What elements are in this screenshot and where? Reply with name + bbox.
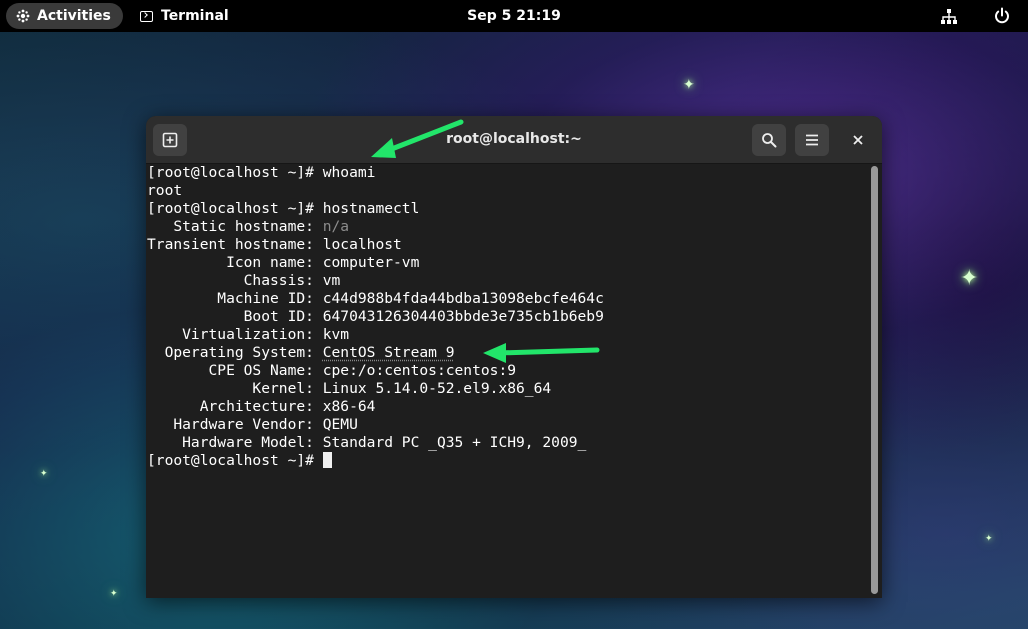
- new-tab-button[interactable]: [153, 124, 187, 156]
- power-icon[interactable]: [993, 7, 1011, 25]
- terminal-line: Architecture: x86-64: [147, 398, 376, 415]
- terminal-line: Virtualization: kvm: [147, 326, 350, 343]
- static-hostname-value: n/a: [322, 218, 350, 235]
- terminal-line: [root@localhost ~]# whoami: [147, 164, 376, 181]
- app-name-label: Terminal: [161, 8, 229, 24]
- hamburger-menu-icon: [806, 134, 818, 146]
- terminal-line: Boot ID: 647043126304403bbde3e735cb1b6eb…: [147, 308, 604, 325]
- close-icon: [853, 135, 863, 145]
- operating-system-key: Operating System:: [147, 344, 323, 361]
- terminal-output[interactable]: [root@localhost ~]# whoami root [root@lo…: [146, 164, 868, 598]
- static-hostname-key: Static hostname:: [147, 218, 323, 235]
- terminal-line: Static hostname: n/a: [147, 218, 349, 236]
- terminal-line: Operating System: CentOS Stream 9: [147, 344, 455, 362]
- terminal-window[interactable]: root@localhost:~ [root@localhost ~]# who…: [146, 116, 882, 598]
- terminal-line: Hardware Vendor: QEMU: [147, 416, 358, 433]
- terminal-line: Chassis: vm: [147, 272, 341, 289]
- network-icon[interactable]: [940, 8, 958, 26]
- star-decoration: ✦: [683, 77, 695, 93]
- activities-icon: [16, 9, 30, 23]
- clock[interactable]: Sep 5 21:19: [467, 8, 561, 24]
- app-menu-terminal[interactable]: Terminal: [140, 3, 229, 29]
- terminal-icon: [140, 10, 153, 22]
- star-decoration: ✦: [40, 469, 48, 479]
- scrollbar[interactable]: [871, 166, 878, 594]
- terminal-line: Kernel: Linux 5.14.0-52.el9.x86_64: [147, 380, 552, 397]
- star-decoration: ✦: [960, 266, 979, 291]
- terminal-prompt-line: [root@localhost ~]#: [147, 452, 332, 470]
- new-tab-icon: [162, 132, 178, 148]
- search-button[interactable]: [752, 124, 786, 156]
- terminal-line: CPE OS Name: cpe:/o:centos:centos:9: [147, 362, 517, 379]
- terminal-line: Machine ID: c44d988b4fda44bdba13098ebcfe…: [147, 290, 604, 307]
- terminal-line: [root@localhost ~]# hostnamectl: [147, 200, 420, 217]
- terminal-line: Icon name: computer-vm: [147, 254, 420, 271]
- star-decoration: ✦: [110, 589, 118, 599]
- window-titlebar[interactable]: root@localhost:~: [146, 116, 882, 164]
- prompt: [root@localhost ~]#: [147, 452, 323, 469]
- activities-label: Activities: [37, 8, 111, 24]
- terminal-line: Transient hostname: localhost: [147, 236, 402, 253]
- search-icon: [762, 133, 777, 148]
- terminal-line: Hardware Model: Standard PC _Q35 + ICH9,…: [147, 434, 587, 451]
- top-bar: Activities Terminal Sep 5 21:19: [0, 0, 1028, 32]
- close-button[interactable]: [841, 124, 875, 156]
- terminal-line: root: [147, 182, 183, 199]
- text-cursor: [322, 452, 332, 468]
- star-decoration: ✦: [985, 534, 993, 544]
- scrollbar-thumb[interactable]: [871, 166, 878, 594]
- activities-button[interactable]: Activities: [6, 3, 123, 29]
- operating-system-value[interactable]: CentOS Stream 9: [323, 344, 455, 361]
- menu-button[interactable]: [795, 124, 829, 156]
